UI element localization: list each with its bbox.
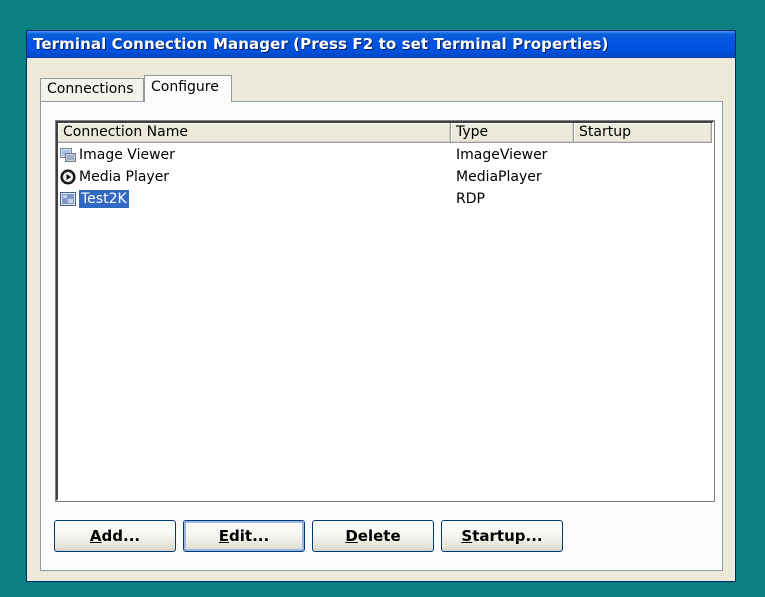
startup-button-accel: S: [461, 527, 473, 545]
edit-button-label: dit...: [229, 527, 270, 545]
edit-button-accel: E: [218, 527, 230, 545]
add-button-label: dd...: [101, 527, 141, 545]
window-title: Terminal Connection Manager (Press F2 to…: [33, 35, 609, 53]
list-item-image-viewer[interactable]: Image Viewer ImageViewer: [58, 144, 712, 166]
connection-list[interactable]: Connection Name Type Startup Image Viewe…: [55, 120, 715, 502]
tab-configure-label: Configure: [151, 79, 219, 95]
list-item-type: RDP: [456, 191, 485, 207]
window-title-bar[interactable]: Terminal Connection Manager (Press F2 to…: [27, 31, 735, 58]
column-header-type[interactable]: Type: [451, 123, 574, 143]
delete-button-accel: D: [345, 527, 358, 545]
list-item-name: Image Viewer: [79, 147, 175, 163]
startup-button[interactable]: Startup...: [441, 520, 563, 552]
list-item-name: Media Player: [79, 169, 170, 185]
list-item-type: MediaPlayer: [456, 169, 542, 185]
configure-panel: Connection Name Type Startup Image Viewe…: [40, 101, 723, 571]
delete-button[interactable]: Delete: [312, 520, 434, 552]
column-header-startup[interactable]: Startup: [574, 123, 712, 143]
column-header-connection-name[interactable]: Connection Name: [58, 123, 451, 143]
tab-configure[interactable]: Configure: [144, 75, 232, 102]
rdp-icon: [60, 191, 76, 207]
list-item-test2k[interactable]: Test2K RDP: [58, 188, 712, 210]
list-item-type: ImageViewer: [456, 147, 548, 163]
delete-button-label: elete: [357, 527, 401, 545]
terminal-connection-manager-window: Terminal Connection Manager (Press F2 to…: [26, 30, 736, 582]
list-header: Connection Name Type Startup: [58, 123, 712, 143]
tab-connections-label: Connections: [47, 81, 134, 97]
edit-button[interactable]: Edit...: [183, 520, 305, 552]
list-item-name: Test2K: [79, 190, 129, 208]
list-item-media-player[interactable]: Media Player MediaPlayer: [58, 166, 712, 188]
image-viewer-icon: [60, 147, 76, 163]
tab-connections[interactable]: Connections: [40, 78, 144, 101]
startup-button-label: tartup...: [472, 527, 543, 545]
add-button-accel: A: [89, 527, 102, 545]
media-player-icon: [60, 169, 76, 185]
add-button[interactable]: Add...: [54, 520, 176, 552]
